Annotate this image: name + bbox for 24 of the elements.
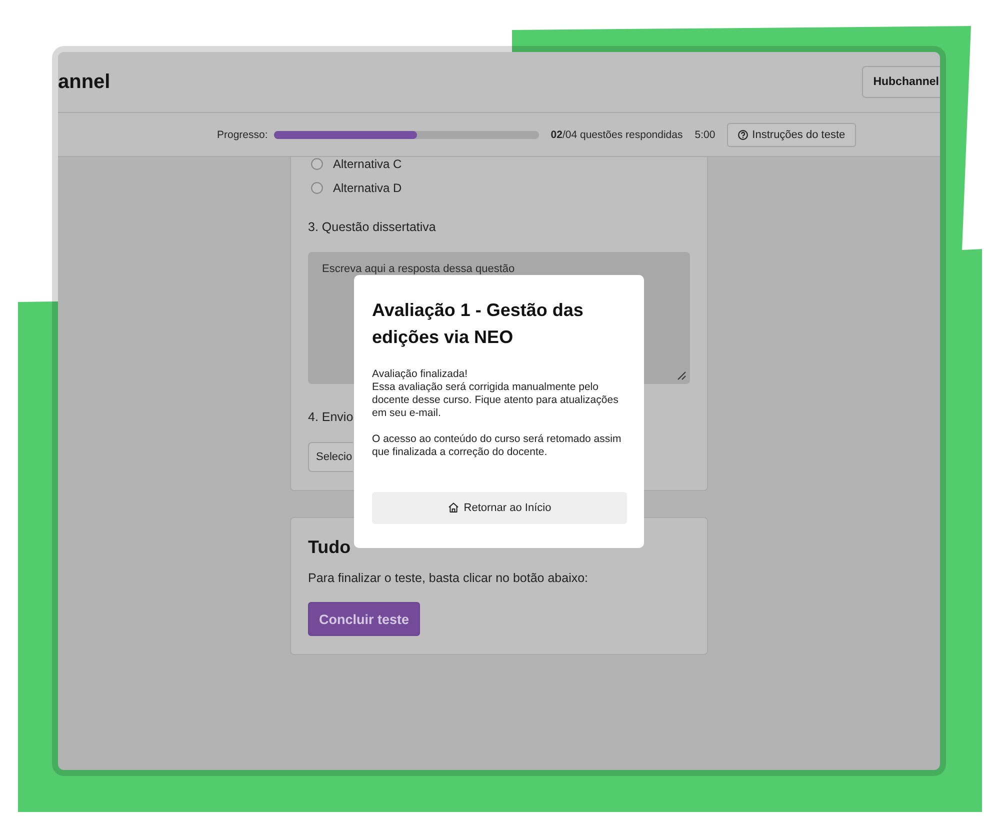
- card-text: Para finalizar o teste, basta clicar no botão abaixo:: [308, 570, 588, 586]
- house-icon: [448, 502, 459, 513]
- radio-button[interactable]: [311, 182, 323, 194]
- resize-grip-icon[interactable]: [677, 371, 686, 380]
- progress-label: Progresso:: [217, 128, 268, 140]
- instructions-button[interactable]: Instruções do teste: [727, 122, 856, 146]
- question-title: 3. Questão dissertativa: [308, 219, 436, 235]
- option-label: Alternativa D: [333, 181, 402, 195]
- brand-name: annel: [58, 70, 110, 94]
- home-button[interactable]: Retornar ao Início: [372, 492, 627, 524]
- account-button[interactable]: Hubchannel: [862, 66, 940, 98]
- dialog-text: O acesso ao conteúdo do curso será retomado assim que finalizada a correção do docente.: [372, 432, 622, 458]
- dialog-text: Essa avaliação será corrigida manualmente pelo docente desse curso. Fique atento para atualizações em seu e-mail.: [372, 380, 620, 420]
- timer-text: 5:00: [694, 128, 716, 140]
- help-icon: [738, 130, 748, 140]
- option-label: Alternativa C: [333, 157, 402, 171]
- card-title: Tudo: [308, 536, 351, 558]
- answered-count: 02/04 questões respondidas: [550, 128, 683, 140]
- finish-button[interactable]: Concluir teste: [308, 602, 420, 636]
- status-text: Avaliação finalizada!: [372, 368, 469, 380]
- radio-button[interactable]: [311, 158, 323, 170]
- select-field[interactable]: Selecio: [308, 442, 353, 472]
- question-title: 4. Envio: [308, 409, 354, 425]
- dialog-title: Avaliação 1 - Gestão das edições via NEO: [372, 298, 584, 349]
